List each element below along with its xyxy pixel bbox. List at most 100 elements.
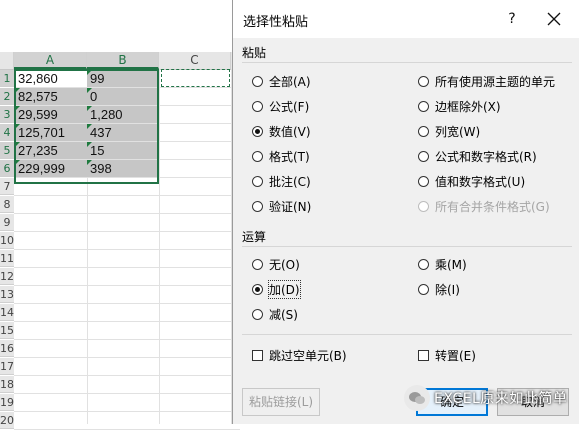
row-header-7[interactable]: 7: [0, 178, 14, 195]
paste-special-dialog: 选择性粘贴 ? 粘贴 全部(A) 公式(F) 数值(V) 格式(T) 批注(C)…: [232, 0, 579, 424]
checkbox-transpose[interactable]: 转置(E): [418, 346, 476, 364]
row-header-16[interactable]: 16: [0, 340, 14, 357]
radio-operation-add[interactable]: 加(D): [252, 279, 301, 299]
radio-paste-values[interactable]: 数值(V): [252, 122, 311, 140]
error-indicator-icon: [15, 88, 20, 93]
row-header-15[interactable]: 15: [0, 322, 14, 339]
cell-b5[interactable]: 15: [87, 142, 158, 159]
radio-label: 数值(V): [269, 124, 311, 139]
radio-button[interactable]: [252, 75, 263, 87]
radio-paste-formulas-number-formats[interactable]: 公式和数字格式(R): [418, 147, 537, 165]
row-header-5[interactable]: 5: [0, 142, 14, 159]
dialog-title-bar[interactable]: 选择性粘贴 ?: [233, 0, 579, 38]
gridline: [14, 321, 240, 322]
cell-a6[interactable]: 229,999: [15, 160, 87, 177]
column-header-a[interactable]: A: [14, 52, 87, 69]
radio-button[interactable]: [418, 175, 429, 187]
radio-label: 值和数字格式(U): [435, 174, 526, 189]
row-header-12[interactable]: 12: [0, 268, 14, 285]
checkbox[interactable]: [418, 349, 429, 361]
radio-operation-subtract[interactable]: 减(S): [252, 305, 298, 323]
cell-a4[interactable]: 125,701: [15, 124, 87, 141]
cell-b1[interactable]: 99: [87, 70, 158, 87]
cell-a1[interactable]: 32,860: [15, 70, 87, 87]
cell-a5[interactable]: 27,235: [15, 142, 87, 159]
help-button[interactable]: ?: [501, 8, 523, 30]
cancel-button[interactable]: 取消: [497, 388, 569, 416]
cell-b3[interactable]: 1,280: [87, 106, 158, 123]
cell-b6[interactable]: 398: [87, 160, 158, 177]
radio-button[interactable]: [252, 258, 263, 270]
cell-value: 29,599: [18, 107, 58, 122]
radio-paste-comments[interactable]: 批注(C): [252, 172, 311, 190]
cell-a3[interactable]: 29,599: [15, 106, 87, 123]
dialog-title: 选择性粘贴: [243, 15, 309, 30]
row-header-9[interactable]: 9: [0, 214, 14, 231]
row-header-8[interactable]: 8: [0, 196, 14, 213]
radio-operation-multiply[interactable]: 乘(M): [418, 255, 467, 273]
radio-button-selected[interactable]: [252, 283, 263, 295]
row-header-17[interactable]: 17: [0, 358, 14, 375]
radio-paste-values-number-formats[interactable]: 值和数字格式(U): [418, 172, 525, 190]
radio-label: 所有使用源主题的单元: [435, 74, 556, 89]
radio-button[interactable]: [418, 100, 429, 112]
radio-button-selected[interactable]: [252, 125, 263, 137]
radio-button[interactable]: [418, 150, 429, 162]
row-header-14[interactable]: 14: [0, 304, 14, 321]
close-button[interactable]: [543, 8, 565, 30]
operation-group-separator: [242, 246, 572, 247]
row-header-19[interactable]: 19: [0, 394, 14, 411]
radio-paste-formats[interactable]: 格式(T): [252, 147, 310, 165]
radio-button[interactable]: [252, 308, 263, 320]
row-header-20[interactable]: 20: [0, 412, 14, 429]
cell-b4[interactable]: 437: [87, 124, 158, 141]
checkbox-skip-blanks[interactable]: 跳过空单元(B): [252, 346, 347, 364]
radio-label: 批注(C): [269, 174, 311, 189]
radio-label: 乘(M): [435, 257, 467, 272]
radio-operation-divide[interactable]: 除(I): [418, 280, 460, 298]
gridline: [14, 393, 240, 394]
radio-button[interactable]: [252, 200, 263, 212]
radio-paste-all[interactable]: 全部(A): [252, 72, 311, 90]
radio-paste-except-borders[interactable]: 边框除外(X): [418, 97, 501, 115]
radio-paste-all-source-theme[interactable]: 所有使用源主题的单元: [418, 72, 555, 90]
select-all-corner[interactable]: [0, 52, 14, 69]
radio-label: 除(I): [435, 282, 460, 297]
column-header-row: A B C: [0, 52, 240, 70]
row-header-6[interactable]: 6: [0, 160, 14, 177]
copy-range-marquee: [161, 69, 230, 87]
radio-paste-column-widths[interactable]: 列宽(W): [418, 122, 480, 140]
row-header-1[interactable]: 1: [0, 70, 14, 87]
cell-value: 27,235: [18, 143, 58, 158]
radio-button[interactable]: [252, 100, 263, 112]
error-indicator-icon: [15, 106, 20, 111]
radio-operation-none[interactable]: 无(O): [252, 255, 300, 273]
checkbox[interactable]: [252, 349, 263, 361]
row-header-13[interactable]: 13: [0, 286, 14, 303]
operation-group-label: 运算: [242, 230, 267, 244]
column-header-b[interactable]: B: [87, 52, 159, 69]
radio-button[interactable]: [418, 283, 429, 295]
row-header-10[interactable]: 10: [0, 232, 14, 249]
row-header-11[interactable]: 11: [0, 250, 14, 267]
gridline: [14, 303, 240, 304]
row-header-18[interactable]: 18: [0, 376, 14, 393]
radio-label: 格式(T): [269, 149, 310, 164]
radio-button[interactable]: [418, 125, 429, 137]
radio-button[interactable]: [252, 175, 263, 187]
row-header-4[interactable]: 4: [0, 124, 14, 141]
radio-paste-validation[interactable]: 验证(N): [252, 197, 311, 215]
radio-button[interactable]: [252, 150, 263, 162]
gridline: [14, 231, 240, 232]
paste-group-separator: [242, 62, 572, 63]
radio-button[interactable]: [418, 75, 429, 87]
cell-b2[interactable]: 0: [87, 88, 158, 105]
row-header-2[interactable]: 2: [0, 88, 14, 105]
cell-a2[interactable]: 82,575: [15, 88, 87, 105]
ok-button[interactable]: 确定: [416, 388, 488, 416]
radio-label: 减(S): [269, 307, 298, 322]
radio-button[interactable]: [418, 258, 429, 270]
row-header-3[interactable]: 3: [0, 106, 14, 123]
column-header-c[interactable]: C: [159, 52, 231, 69]
radio-paste-formulas[interactable]: 公式(F): [252, 97, 309, 115]
